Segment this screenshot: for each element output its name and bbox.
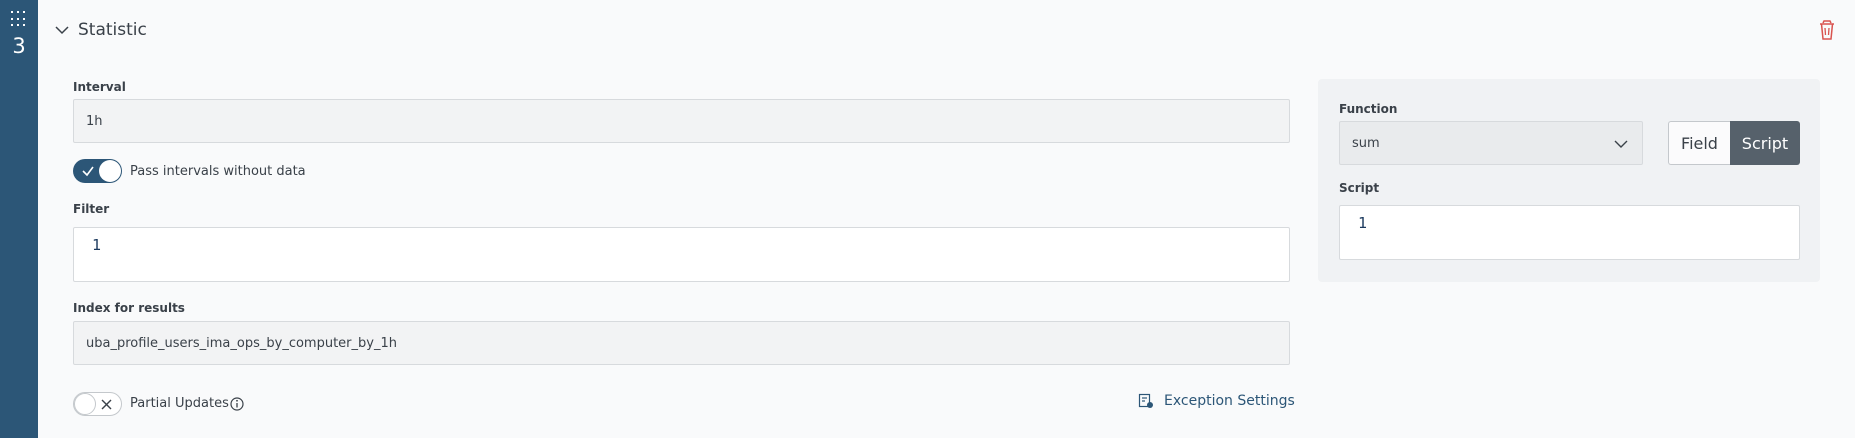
exception-settings-label: Exception Settings [1164, 393, 1295, 409]
index-label: Index for results [73, 301, 185, 315]
chevron-down-icon [1614, 140, 1628, 148]
interval-label: Interval [73, 80, 126, 94]
toggle-knob [74, 393, 96, 415]
pass-intervals-toggle[interactable] [73, 159, 122, 183]
chevron-down-icon[interactable] [54, 22, 70, 38]
section-header: Statistic [38, 0, 1855, 60]
partial-updates-toggle[interactable] [73, 392, 122, 416]
exception-settings-link[interactable]: Exception Settings [1138, 393, 1295, 409]
check-icon [82, 166, 94, 177]
delete-icon[interactable] [1815, 18, 1839, 42]
filter-line-number: 1 [92, 236, 102, 254]
script-editor[interactable]: 1 [1339, 205, 1800, 260]
toggle-knob [99, 160, 121, 182]
filter-editor[interactable]: 1 [73, 227, 1290, 282]
step-number: 3 [12, 34, 26, 58]
script-label: Script [1339, 181, 1380, 195]
settings-document-icon [1138, 393, 1153, 408]
drag-handle-icon[interactable] [11, 11, 27, 27]
step-sidebar: 3 [0, 0, 38, 438]
function-label: Function [1339, 102, 1398, 116]
script-line-number: 1 [1358, 214, 1368, 232]
function-panel: Function sum Field Script Script 1 [1318, 79, 1820, 282]
section-title: Statistic [78, 20, 147, 40]
pass-intervals-label: Pass intervals without data [130, 164, 306, 179]
partial-updates-label: Partial Updates [130, 396, 229, 411]
filter-label: Filter [73, 202, 110, 216]
interval-value: 1h [86, 113, 103, 129]
function-value: sum [1352, 135, 1380, 151]
mode-field-button[interactable]: Field [1668, 121, 1730, 165]
mode-script-button[interactable]: Script [1730, 121, 1800, 165]
info-icon[interactable] [230, 397, 244, 411]
function-select[interactable]: sum [1339, 121, 1643, 165]
interval-input[interactable]: 1h [73, 99, 1290, 143]
index-value: uba_profile_users_ima_ops_by_computer_by… [86, 335, 397, 351]
x-icon [101, 399, 112, 410]
index-input[interactable]: uba_profile_users_ima_ops_by_computer_by… [73, 321, 1290, 365]
